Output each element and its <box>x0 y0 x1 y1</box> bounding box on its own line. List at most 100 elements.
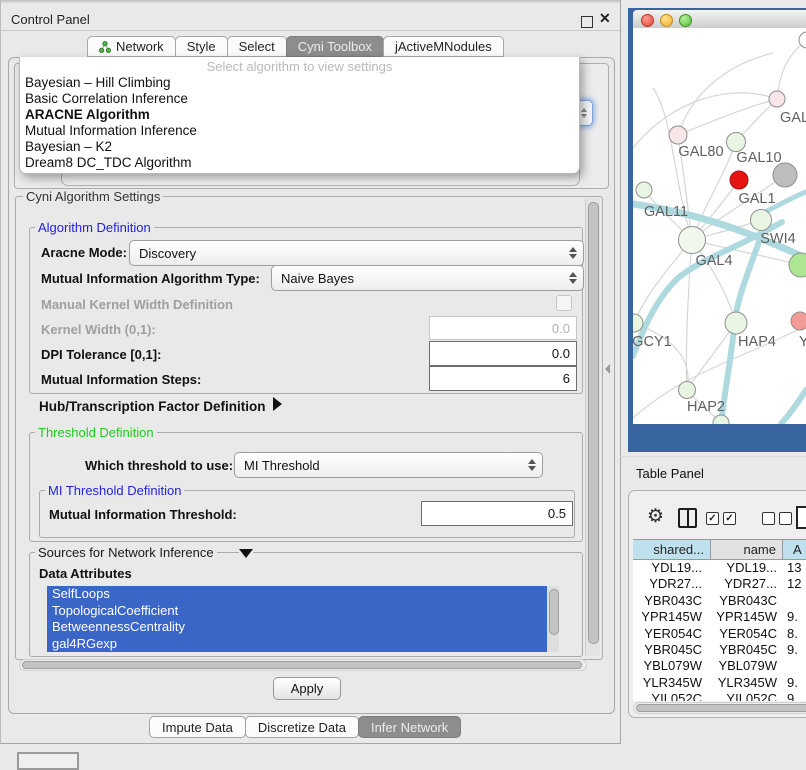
table-row[interactable]: YIL052CYIL052C9 <box>633 691 806 701</box>
tab-select-label: Select <box>239 39 275 54</box>
table-row[interactable]: YDR27...YDR27...12 <box>633 576 806 592</box>
checked-checkbox-icon[interactable]: ✓ <box>723 512 736 525</box>
tab-jactivemnodules[interactable]: jActiveMNodules <box>383 36 504 57</box>
kernel-width-value: 0.0 <box>552 321 570 336</box>
which-threshold-combo[interactable]: MI Threshold <box>234 452 543 478</box>
algorithm-definition-title: Algorithm Definition <box>35 220 154 235</box>
panel-splitter-handle[interactable] <box>605 364 610 374</box>
tab-select[interactable]: Select <box>227 36 287 57</box>
table-row[interactable]: YPR145WYPR145W9. <box>633 609 806 625</box>
node-hap4[interactable] <box>725 312 747 334</box>
close-icon[interactable]: ✕ <box>599 10 611 27</box>
mi-type-value: Naive Bayes <box>281 271 354 286</box>
dropdown-item-selected[interactable]: ARACNE Algorithm <box>20 107 579 123</box>
columns-icon[interactable] <box>678 508 697 528</box>
aracne-mode-label: Aracne Mode: <box>41 245 127 260</box>
tab-impute-data-label: Impute Data <box>162 720 233 735</box>
minimized-panel-icon[interactable] <box>17 752 79 770</box>
aracne-mode-combo[interactable]: Discovery <box>129 240 584 266</box>
gear-icon[interactable]: ⚙ <box>647 505 664 528</box>
mi-threshold-field[interactable]: 0.5 <box>421 501 573 526</box>
tab-style[interactable]: Style <box>175 36 228 57</box>
table-row[interactable]: YER054CYER054C8. <box>633 626 806 642</box>
dropdown-item[interactable]: Mutual Information Inference <box>20 123 579 139</box>
mi-threshold-value: 0.5 <box>548 506 566 521</box>
table-hscrollbar-track[interactable] <box>633 702 806 714</box>
tab-discretize-data[interactable]: Discretize Data <box>245 716 359 738</box>
column-header-partial[interactable]: A <box>783 540 806 559</box>
sources-collapse-arrow-icon[interactable] <box>239 549 253 558</box>
tab-impute-data[interactable]: Impute Data <box>149 716 246 738</box>
table-row[interactable]: YBR043CYBR043C <box>633 593 806 609</box>
attributes-scrollbar-track[interactable] <box>547 586 559 652</box>
divider <box>620 456 806 457</box>
maximize-traffic-light-icon[interactable] <box>679 14 692 27</box>
network-window-titlebar[interactable] <box>633 10 806 29</box>
attribute-item[interactable]: BetweennessCentrality <box>47 619 559 636</box>
node-selected-red[interactable] <box>730 171 748 189</box>
node-gal11[interactable] <box>636 182 652 198</box>
control-panel-titlebar: Control Panel ✕ <box>1 3 620 31</box>
dropdown-item[interactable]: Basic Correlation Inference <box>20 91 579 107</box>
new-table-icon[interactable] <box>796 506 806 529</box>
unchecked-checkbox-icon[interactable] <box>779 512 792 525</box>
control-panel-tabbar: Network Style Select Cyni Toolbox jActiv… <box>87 36 503 57</box>
network-node-labels: GAL GAL80 GAL10 GAL1 GAL11 SWI4 GAL4 GCY… <box>633 110 806 415</box>
node-bright-green[interactable] <box>789 253 806 277</box>
manual-kernel-checkbox[interactable] <box>556 295 572 311</box>
label-gal-partial: GAL <box>780 110 806 126</box>
column-header-name[interactable]: name <box>711 540 783 559</box>
network-canvas[interactable]: GAL GAL80 GAL10 GAL1 GAL11 SWI4 GAL4 GCY… <box>633 28 806 424</box>
tab-infer-network[interactable]: Infer Network <box>358 716 461 738</box>
settings-group-title: Cyni Algorithm Settings <box>23 189 163 204</box>
mi-type-combo[interactable]: Naive Bayes <box>271 265 584 291</box>
apply-button[interactable]: Apply <box>273 677 341 700</box>
node-partial-bottom[interactable] <box>713 415 729 424</box>
mi-steps-field[interactable]: 6 <box>429 366 577 391</box>
table-header: shared... name A <box>633 539 806 560</box>
control-panel-title: Control Panel <box>11 12 90 27</box>
float-window-icon[interactable] <box>581 16 593 28</box>
sources-group-title[interactable]: Sources for Network Inference <box>35 545 217 560</box>
table-row[interactable]: YLR345WYLR345W9. <box>633 675 806 691</box>
kernel-width-field[interactable]: 0.0 <box>429 316 577 340</box>
table-panel-title: Table Panel <box>636 466 704 481</box>
dropdown-item[interactable]: Dream8 DC_TDC Algorithm <box>20 155 579 171</box>
attributes-scrollbar-thumb[interactable] <box>549 589 559 635</box>
kernel-width-label: Kernel Width (0,1): <box>41 322 156 337</box>
node-hap2[interactable] <box>679 382 696 399</box>
close-traffic-light-icon[interactable] <box>641 14 654 27</box>
settings-scrollbar-thumb[interactable] <box>588 202 599 644</box>
node-gray[interactable] <box>773 163 797 187</box>
dpi-tolerance-field[interactable]: 0.0 <box>429 341 577 366</box>
table-hscrollbar-thumb[interactable] <box>636 704 806 712</box>
node-gal4[interactable] <box>679 227 706 254</box>
hub-expand-arrow-icon[interactable] <box>273 397 282 411</box>
tab-jactivemnodules-label: jActiveMNodules <box>395 39 492 54</box>
minimize-traffic-light-icon[interactable] <box>660 14 673 27</box>
settings-scrollbar-track[interactable] <box>585 198 600 656</box>
attribute-item[interactable]: SelfLoops <box>47 586 559 603</box>
tab-network[interactable]: Network <box>87 36 176 57</box>
node-pink[interactable] <box>769 91 785 107</box>
table-row[interactable]: YDL19...YDL19...13 <box>633 560 806 576</box>
node-gal1[interactable] <box>751 210 772 231</box>
settings-hscrollbar-track[interactable] <box>19 659 587 671</box>
column-header-shared-name[interactable]: shared... <box>633 540 711 559</box>
node-salmon[interactable] <box>791 312 806 330</box>
attribute-item[interactable]: TopologicalCoefficient <box>47 603 559 620</box>
tab-infer-network-label: Infer Network <box>371 720 448 735</box>
table-row[interactable]: YBR045CYBR045C9. <box>633 642 806 658</box>
checked-checkbox-icon[interactable]: ✓ <box>706 512 719 525</box>
node-gal80[interactable] <box>669 126 687 144</box>
hub-section-label[interactable]: Hub/Transcription Factor Definition <box>39 399 266 414</box>
settings-hscrollbar-thumb[interactable] <box>22 661 582 669</box>
table-row[interactable]: YBL079WYBL079W <box>633 658 806 674</box>
tab-cyni-toolbox[interactable]: Cyni Toolbox <box>286 36 384 57</box>
label-gal11: GAL11 <box>644 204 688 220</box>
dropdown-item[interactable]: Bayesian – K2 <box>20 139 579 155</box>
attribute-item[interactable]: gal4RGexp <box>47 636 559 653</box>
dropdown-item[interactable]: Bayesian – Hill Climbing <box>20 75 579 91</box>
unchecked-checkbox-icon[interactable] <box>762 512 775 525</box>
node-gal10[interactable] <box>727 133 746 152</box>
